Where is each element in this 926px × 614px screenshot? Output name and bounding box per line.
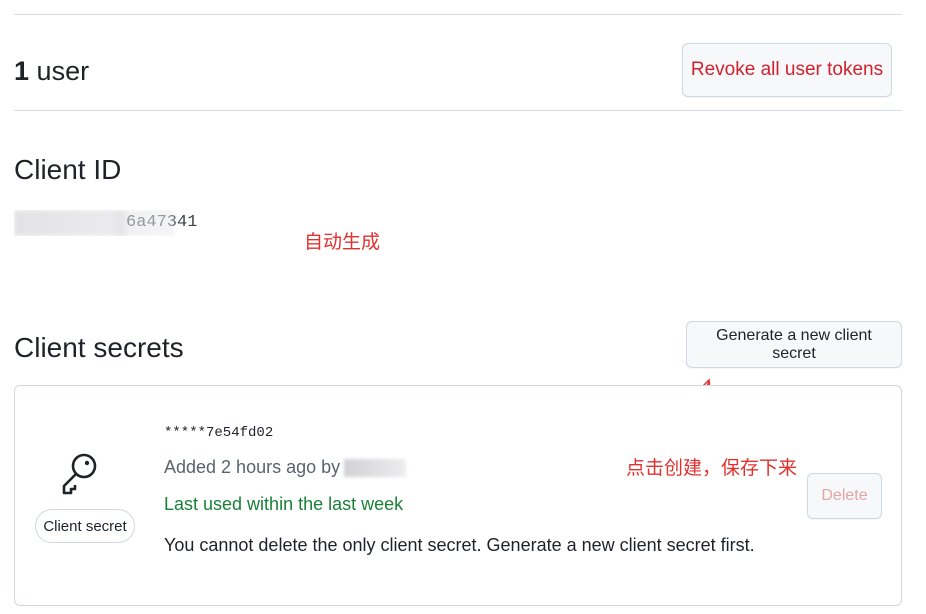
client-secret-card: [14, 385, 902, 606]
revoke-all-tokens-button[interactable]: Revoke all user tokens: [682, 43, 892, 97]
users-count-heading: 1 user: [14, 52, 89, 90]
top-divider: [14, 14, 902, 15]
users-count: 1: [14, 56, 30, 86]
redacted-client-id-overlay: [114, 210, 174, 236]
users-label: user: [36, 56, 90, 86]
key-icon: [46, 446, 104, 502]
client-id-annotation: 自动生成: [304, 231, 381, 253]
users-divider: [14, 110, 902, 111]
client-id-heading: Client ID: [14, 154, 122, 185]
redacted-username: [344, 459, 407, 478]
generate-client-secret-button[interactable]: Generate a new client secret: [686, 321, 902, 368]
client-id-value: 6a47341: [14, 210, 224, 236]
secret-added-text: Added 2 hours ago by: [164, 457, 341, 477]
secret-added-info: Added 2 hours ago by: [164, 457, 407, 478]
client-secrets-heading: Client secrets: [14, 332, 184, 363]
delete-secret-button[interactable]: Delete: [807, 473, 882, 519]
masked-secret-value: *****7e54fd02: [164, 425, 274, 441]
secret-delete-warning: You cannot delete the only client secret…: [164, 535, 755, 555]
redacted-client-id: [14, 210, 126, 236]
client-secret-badge: Client secret: [35, 509, 135, 543]
generate-secret-annotation: 点击创建，保存下来: [626, 457, 798, 479]
secret-last-used: Last used within the last week: [164, 494, 404, 514]
